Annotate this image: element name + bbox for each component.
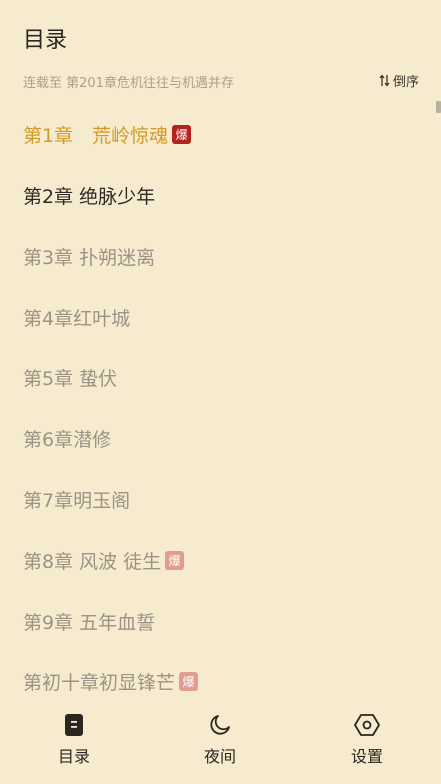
sort-label: 倒序 bbox=[392, 75, 419, 90]
nav-settings-button[interactable]: 设置 bbox=[327, 712, 407, 767]
chapter-item[interactable]: 第5章 蛰伏 bbox=[23, 347, 117, 407]
chapter-item[interactable]: 第2章 绝脉少年 bbox=[23, 165, 155, 225]
bottom-nav: 目录 夜间 设置 bbox=[0, 700, 441, 784]
toc-icon bbox=[61, 712, 87, 738]
nav-night-button[interactable]: 夜间 bbox=[180, 712, 260, 767]
chapter-title: 第8章 风波 徒生 bbox=[23, 550, 162, 573]
nav-settings-label: 设置 bbox=[350, 747, 383, 766]
chapter-title: 第4章红叶城 bbox=[23, 307, 131, 330]
chapter-item[interactable]: 第8章 风波 徒生 爆 bbox=[23, 530, 185, 590]
hot-badge: 爆 bbox=[179, 671, 199, 691]
sort-icon bbox=[379, 74, 390, 87]
chapter-item[interactable]: 第9章 五年血誓 bbox=[23, 591, 155, 651]
serial-status: 连载至 第201章危机往往与机遇并存 bbox=[23, 76, 234, 91]
chapter-title: 第1章 荒岭惊魂 bbox=[23, 124, 169, 147]
chapter-item[interactable]: 第4章红叶城 bbox=[23, 287, 130, 347]
chapter-title: 第5章 蛰伏 bbox=[23, 367, 118, 390]
sort-toggle-button[interactable]: 倒序 bbox=[379, 71, 419, 90]
chapter-title: 第7章明玉阁 bbox=[23, 489, 131, 512]
settings-icon bbox=[354, 712, 380, 738]
chapter-title: 第3章 扑朔迷离 bbox=[23, 246, 156, 269]
chapter-item[interactable]: 第1章 荒岭惊魂 爆 bbox=[23, 104, 192, 164]
chapter-item[interactable]: 第7章明玉阁 bbox=[23, 469, 130, 529]
chapter-item[interactable]: 第3章 扑朔迷离 bbox=[23, 226, 155, 286]
page-title: 目录 bbox=[23, 28, 68, 53]
chapter-title: 第初十章初显锋芒 bbox=[23, 671, 176, 694]
hot-badge: 爆 bbox=[165, 550, 185, 570]
toc-header: 目录 连载至 第201章危机往往与机遇并存 倒序 bbox=[0, 0, 441, 113]
nav-toc-button[interactable]: 目录 bbox=[34, 712, 114, 767]
chapter-title: 第6章潜修 bbox=[23, 428, 112, 451]
chapter-item[interactable]: 第6章潜修 bbox=[23, 408, 111, 468]
nav-toc-label: 目录 bbox=[57, 747, 90, 766]
scrollbar-thumb[interactable] bbox=[436, 101, 441, 113]
nav-night-label: 夜间 bbox=[203, 747, 236, 766]
chapter-title: 第2章 绝脉少年 bbox=[23, 185, 156, 208]
hot-badge: 爆 bbox=[172, 124, 192, 144]
moon-icon bbox=[207, 712, 233, 738]
chapter-title: 第9章 五年血誓 bbox=[23, 611, 156, 634]
